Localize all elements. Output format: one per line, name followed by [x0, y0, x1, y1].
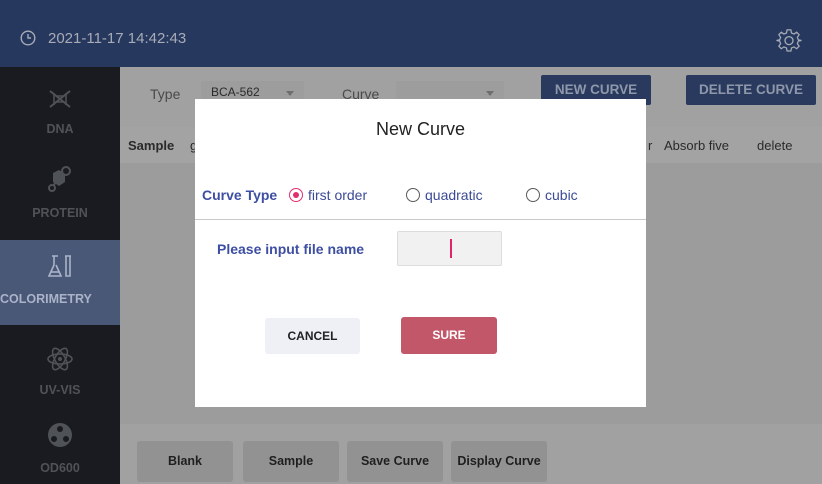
type-label: Type: [150, 86, 181, 102]
sure-button[interactable]: SURE: [401, 317, 497, 354]
display-curve-button[interactable]: Display Curve: [451, 441, 547, 482]
radio-cubic[interactable]: cubic: [526, 185, 596, 205]
column-header-delete: delete: [757, 138, 793, 153]
dialog-title: New Curve: [375, 119, 466, 139]
sample-button[interactable]: Sample: [243, 441, 339, 482]
column-header-absorb-five: Absorb five: [664, 138, 730, 153]
sidebar: DNA PROTEIN COLORIMETRY UV-VIS OD600: [0, 67, 120, 484]
top-bar: 2021-11-17 14:42:43: [0, 0, 822, 67]
radio-label: quadratic: [425, 187, 483, 203]
delete-curve-button[interactable]: DELETE CURVE: [686, 75, 816, 105]
radio-first-order[interactable]: first order: [289, 185, 389, 205]
radio-label: cubic: [545, 187, 578, 203]
atom-icon: [47, 347, 73, 371]
blank-button[interactable]: Blank: [137, 441, 233, 482]
sidebar-item-dna[interactable]: DNA: [0, 67, 120, 147]
text-cursor: [450, 239, 452, 258]
cancel-button[interactable]: CANCEL: [265, 318, 360, 354]
sidebar-item-protein[interactable]: PROTEIN: [0, 147, 120, 231]
column-header-partial-right: r: [648, 138, 653, 153]
protein-molecule-icon: [48, 166, 71, 192]
chevron-down-icon: [286, 91, 294, 96]
file-name-input[interactable]: [397, 231, 502, 266]
lab-flask-icon: [47, 255, 71, 277]
divider: [195, 219, 646, 220]
radio-selected-icon: [289, 188, 303, 202]
save-curve-button[interactable]: Save Curve: [347, 441, 443, 482]
radio-label: first order: [308, 187, 368, 203]
sidebar-item-label: PROTEIN: [32, 206, 88, 220]
sidebar-item-uv-vis[interactable]: UV-VIS: [0, 325, 120, 407]
clock-icon: [20, 30, 36, 46]
datetime-display: 2021-11-17 14:42:43: [48, 30, 187, 47]
radio-empty-icon: [526, 188, 540, 202]
sidebar-item-label: DNA: [46, 122, 74, 136]
sidebar-item-label: UV-VIS: [39, 383, 81, 397]
sidebar-item-label: COLORIMETRY: [0, 292, 92, 306]
file-name-label: Please input file name: [217, 241, 365, 257]
sidebar-item-colorimetry[interactable]: COLORIMETRY: [0, 240, 120, 325]
cell-icon: [48, 423, 72, 447]
dna-icon: [49, 90, 71, 108]
radio-empty-icon: [406, 188, 420, 202]
new-curve-dialog: New Curve Curve Type first order quadrat…: [195, 99, 646, 407]
gear-icon[interactable]: [776, 28, 802, 54]
sidebar-item-od600[interactable]: OD600: [0, 407, 120, 484]
curve-type-label: Curve Type: [202, 187, 278, 203]
sidebar-item-label: OD600: [40, 461, 80, 475]
chevron-down-icon: [486, 91, 494, 96]
radio-quadratic[interactable]: quadratic: [406, 185, 506, 205]
column-header-sample: Sample: [128, 138, 175, 153]
type-select-value: BCA-562: [211, 85, 260, 99]
